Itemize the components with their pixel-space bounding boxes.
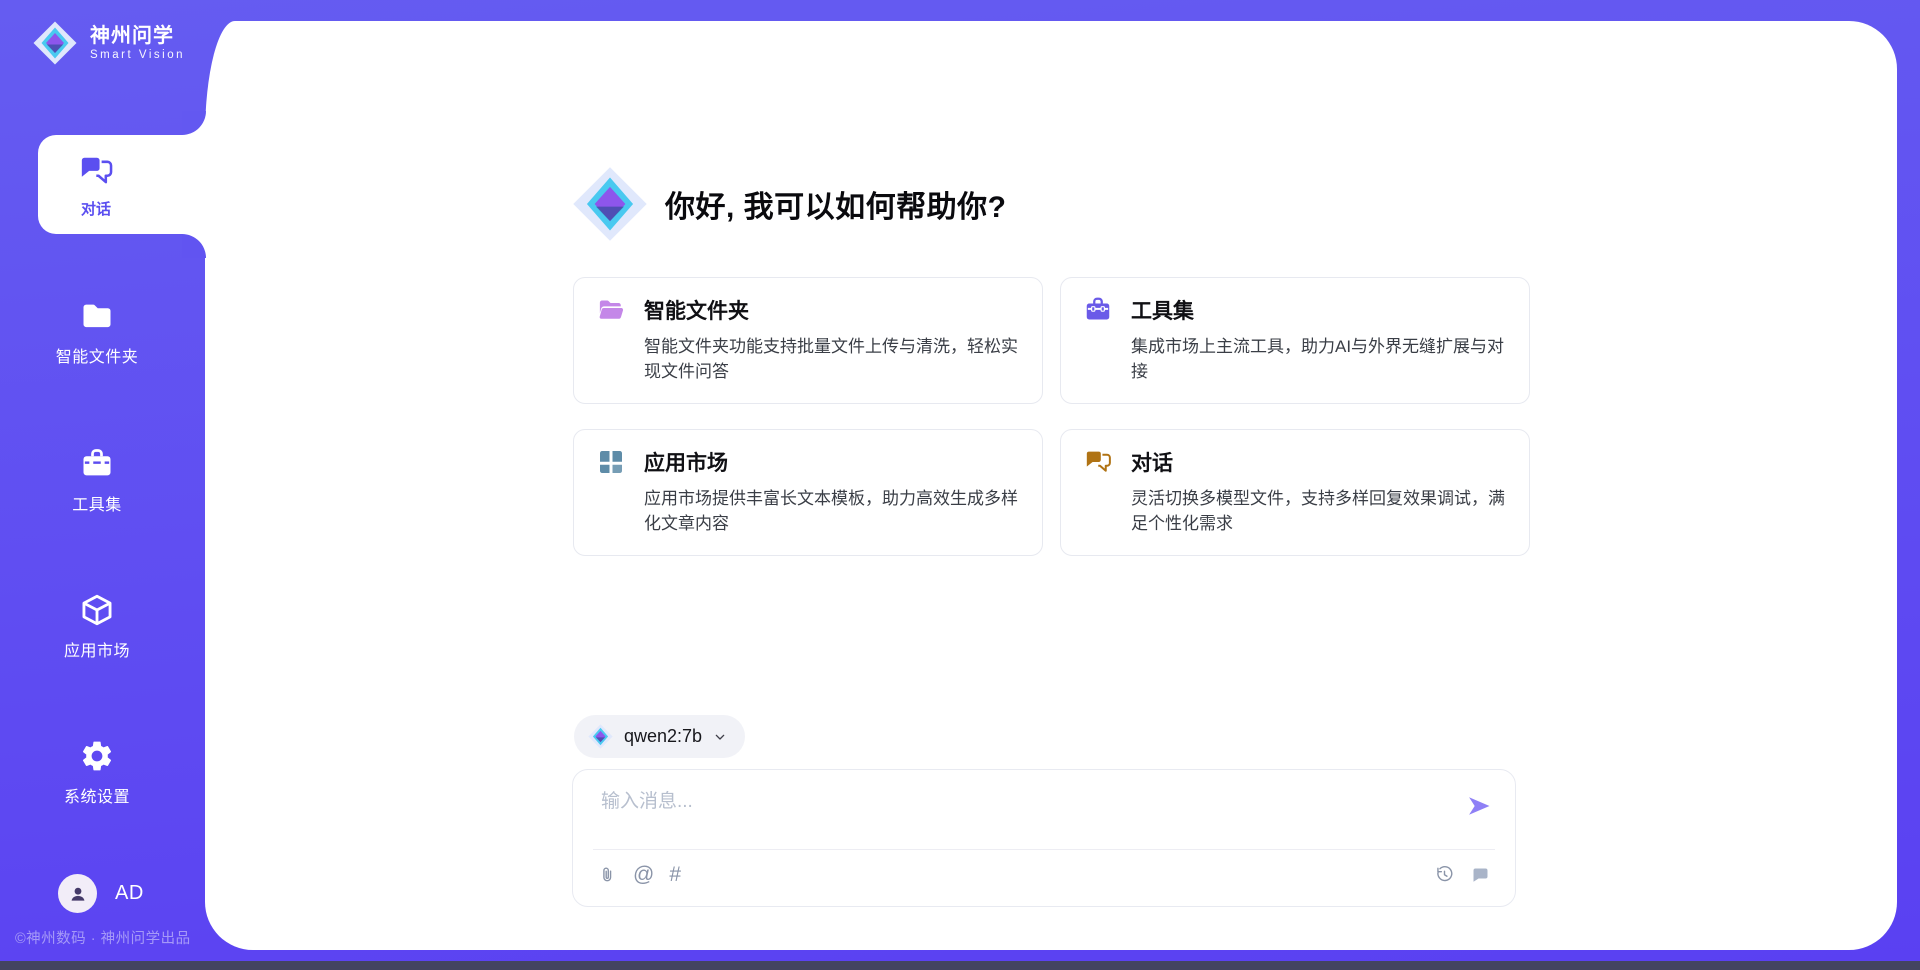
folder-open-icon <box>596 295 626 325</box>
channel-button[interactable]: # <box>669 864 681 885</box>
sidebar-item-settings[interactable]: 系统设置 <box>0 738 194 807</box>
assistant-logo-icon <box>569 163 651 245</box>
card-description: 集成市场上主流工具，助力AI与外界无缝扩展与对接 <box>1131 334 1505 384</box>
sidebar-item-label: 对话 <box>81 198 111 219</box>
at-icon: @ <box>633 864 654 885</box>
chevron-down-icon <box>712 729 728 745</box>
feature-card-chat[interactable]: 对话 灵活切换多模型文件，支持多样回复效果调试，满足个性化需求 <box>1060 429 1530 556</box>
bottom-strip <box>0 961 1920 970</box>
model-selector[interactable]: qwen2:7b <box>574 715 745 758</box>
sidebar-item-label: 智能文件夹 <box>56 343 139 367</box>
brand-subtitle: Smart Vision <box>90 49 185 61</box>
apps-icon <box>596 447 626 477</box>
user-profile[interactable]: AD <box>58 874 144 913</box>
brand: 神州问学 Smart Vision <box>31 19 185 67</box>
folder-icon <box>79 298 115 334</box>
card-title: 对话 <box>1131 447 1173 477</box>
hash-icon: # <box>669 864 681 885</box>
mention-button[interactable]: @ <box>633 864 654 885</box>
send-icon <box>1465 792 1493 820</box>
chat-icon <box>77 152 115 190</box>
feature-cards: 智能文件夹 智能文件夹功能支持批量文件上传与清洗，轻松实现文件问答 工具集 集成… <box>573 277 1530 556</box>
gear-icon <box>79 738 115 774</box>
card-title: 工具集 <box>1131 295 1194 325</box>
app: { "brand": {"name": "神州问学", "subtitle": … <box>0 0 1920 970</box>
sidebar-item-label: 应用市场 <box>64 637 130 661</box>
paperclip-icon <box>597 864 618 885</box>
card-description: 应用市场提供丰富长文本模板，助力高效生成多样化文章内容 <box>644 486 1018 536</box>
greeting: 你好, 我可以如何帮助你? <box>569 163 1007 245</box>
content-area: 你好, 我可以如何帮助你? 智能文件夹 智能文件夹功能支持批量文件上传与清洗，轻… <box>573 21 1530 950</box>
model-icon <box>587 723 614 750</box>
feature-card-toolset[interactable]: 工具集 集成市场上主流工具，助力AI与外界无缝扩展与对接 <box>1060 277 1530 404</box>
page-title: 你好, 我可以如何帮助你? <box>665 182 1007 226</box>
chat-filled-icon <box>1470 864 1491 885</box>
sidebar-item-label: 系统设置 <box>64 783 130 807</box>
sidebar-item-toolset[interactable]: 工具集 <box>0 446 194 515</box>
feature-card-smart-folders[interactable]: 智能文件夹 智能文件夹功能支持批量文件上传与清洗，轻松实现文件问答 <box>573 277 1043 404</box>
brand-name: 神州问学 <box>90 25 185 47</box>
sidebar-item-chat[interactable]: 对话 <box>38 135 206 234</box>
composer-divider <box>593 849 1495 850</box>
chat-icon <box>1083 447 1113 477</box>
history-icon <box>1434 864 1455 885</box>
attach-button[interactable] <box>597 864 618 885</box>
brand-logo-icon <box>31 19 79 67</box>
card-title: 应用市场 <box>644 447 728 477</box>
message-input[interactable] <box>599 784 1443 846</box>
sidebar-item-label: 工具集 <box>72 491 122 515</box>
sidebar-item-app-market[interactable]: 应用市场 <box>0 592 194 661</box>
cube-icon <box>79 592 115 628</box>
user-initials: AD <box>115 882 144 905</box>
tab-fillet-bottom <box>182 234 206 258</box>
model-name: qwen2:7b <box>624 726 702 747</box>
conversations-button[interactable] <box>1470 864 1491 885</box>
card-title: 智能文件夹 <box>644 295 749 325</box>
avatar <box>58 874 97 913</box>
composer: @ # <box>572 769 1516 907</box>
history-button[interactable] <box>1434 864 1455 885</box>
sidebar-item-smart-folders[interactable]: 智能文件夹 <box>0 298 194 367</box>
card-description: 灵活切换多模型文件，支持多样回复效果调试，满足个性化需求 <box>1131 486 1505 536</box>
tab-fillet-top <box>182 111 206 135</box>
feature-card-app-market[interactable]: 应用市场 应用市场提供丰富长文本模板，助力高效生成多样化文章内容 <box>573 429 1043 556</box>
copyright: ©神州数码 · 神州问学出品 <box>15 927 191 948</box>
card-description: 智能文件夹功能支持批量文件上传与清洗，轻松实现文件问答 <box>644 334 1018 384</box>
briefcase-icon <box>1083 295 1113 325</box>
user-icon <box>66 882 90 906</box>
briefcase-icon <box>79 446 115 482</box>
send-button[interactable] <box>1465 792 1493 820</box>
